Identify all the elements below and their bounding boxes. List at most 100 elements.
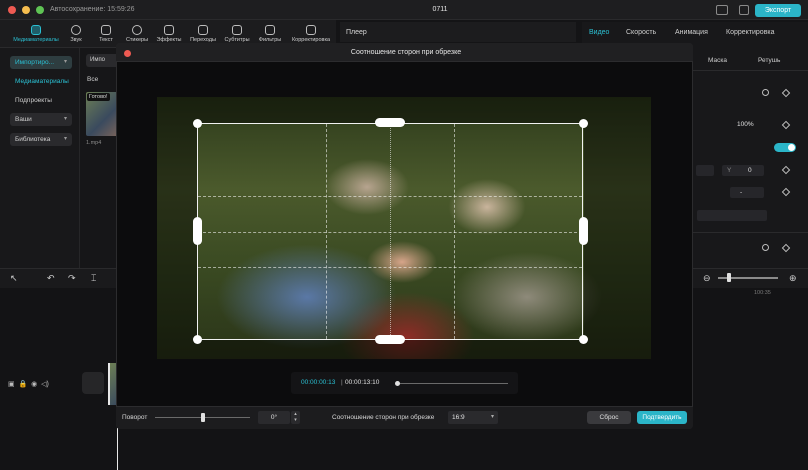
confirm-button[interactable]: Подтвердить [637,411,687,424]
media-file-name: 1.mp4 [86,140,102,146]
select-tool-icon[interactable]: ↖ [10,273,18,284]
current-time: 00:00:00:13 [301,379,336,386]
rotation-stepper[interactable]: ▴ ▾ [291,411,300,424]
zoom-slider-handle[interactable] [727,273,731,282]
project-title: 0711 [432,6,448,13]
rotation-dash: - [740,189,743,196]
tab-adjust[interactable]: Корректировка [726,29,775,36]
crop-grid-line [198,195,582,197]
adjust-icon [306,25,316,35]
dropdown-label: Библиотека [15,136,51,143]
crop-handle-top-left[interactable] [193,119,202,128]
audio-icon [71,25,81,35]
cover-edit-button[interactable] [82,372,104,394]
crop-handle-bottom-right[interactable] [579,335,588,344]
text-icon [101,25,111,35]
zoom-out-icon[interactable]: ⊖ [703,273,711,284]
tool-label: Медиаматериалы [13,37,59,43]
crop-handle-bottom[interactable] [375,335,405,344]
filters-icon [265,25,275,35]
tool-media[interactable]: Медиаматериалы [5,23,67,47]
align-buttons[interactable] [697,210,767,221]
crop-handle-left[interactable] [193,217,202,245]
sidebar-item-subprojects[interactable]: Подпроекты [15,97,52,104]
effects-icon [164,25,174,35]
tool-label: Текст [99,37,113,43]
subtab-mask[interactable]: Маска [708,57,727,64]
player-header [340,22,576,42]
divider [693,232,808,233]
ratio-label: Соотношение сторон при обрезке [332,414,435,421]
tool-text[interactable]: Текст [94,23,118,47]
crop-mask [584,97,651,359]
import-label: Импортиро... [15,59,55,66]
minimize-window-button[interactable] [22,6,30,14]
crop-dialog-title: Соотношение сторон при обрезке [350,49,462,56]
close-window-button[interactable] [8,6,16,14]
reset-icon[interactable] [762,244,769,251]
crop-handle-bottom-left[interactable] [193,335,202,344]
scale-value[interactable]: 100% [737,121,754,128]
chevron-down-icon: ▾ [63,116,67,122]
crop-mask [157,97,198,359]
rotation-field[interactable] [730,187,764,198]
ready-badge: Готово! [87,93,110,101]
chevron-down-icon: ▾ [63,59,67,65]
crop-handle-right[interactable] [579,217,588,245]
tab-animation[interactable]: Анимация [675,29,708,36]
y-value: 0 [748,167,752,174]
redo-icon[interactable]: ↷ [68,273,76,284]
title-bar: Автосохранение: 15:59:26 0711 Экспорт [0,0,808,20]
close-dialog-button[interactable] [124,50,131,57]
transitions-icon [198,25,208,35]
zoom-in-icon[interactable]: ⊕ [789,273,797,284]
split-icon[interactable]: ⌶ [91,273,96,284]
uniform-scale-toggle[interactable] [774,143,796,152]
rotation-label: Поворот [122,414,148,421]
import-button[interactable]: Импортиро... ▾ [10,56,72,69]
screen-icon[interactable] [739,5,749,15]
x-position-field[interactable] [696,165,714,176]
divider [693,70,808,71]
subtitles-icon [232,25,242,35]
tab-speed[interactable]: Скорость [626,29,656,36]
export-button[interactable]: Экспорт [755,4,801,17]
maximize-window-button[interactable] [36,6,44,14]
sidebar-dropdown-yours[interactable]: Ваши ▾ [10,113,72,126]
tool-audio[interactable]: Звук [66,23,86,47]
tab-video[interactable]: Видео [589,29,609,36]
track-controls[interactable]: ▣ 🔒 ◉ ◁) [8,380,49,388]
seek-handle[interactable] [395,381,400,386]
layout-icon[interactable] [716,5,728,15]
media-sidebar: Импортиро... ▾ Медиаматериалы Подпроекты… [0,48,80,268]
y-label: Y [727,167,732,174]
player-title: Плеер [346,29,367,36]
filter-all[interactable]: Все [87,76,98,83]
chevron-down-icon: ▾ [490,414,494,420]
media-import-button[interactable]: Импо [86,54,120,67]
reset-icon[interactable] [762,89,769,96]
rotation-slider-handle[interactable] [201,413,205,422]
sidebar-dropdown-library[interactable]: Библиотека ▾ [10,133,72,146]
sticker-icon [132,25,142,35]
chevron-down-icon: ▾ [63,136,67,142]
undo-icon[interactable]: ↶ [47,273,55,284]
rotation-input[interactable]: 0° [258,411,290,424]
media-icon [31,25,41,35]
crop-grid-line [198,267,582,269]
sidebar-item-media[interactable]: Медиаматериалы [15,78,69,85]
crop-handle-top-right[interactable] [579,119,588,128]
crop-grid-line [198,231,582,233]
ratio-select[interactable]: 16:9 ▾ [448,411,498,424]
subtab-retouch[interactable]: Ретушь [758,57,780,64]
dropdown-label: Ваши [15,116,32,123]
reset-button[interactable]: Сброс [587,411,631,424]
total-time: 00:00:13:10 [345,379,380,386]
seek-bar[interactable] [396,383,508,384]
crop-frame[interactable] [197,123,583,340]
time-separator: | [341,379,343,386]
autosave-status: Автосохранение: 15:59:26 [50,6,135,13]
timeline-time-marker: 100:35 [754,290,771,296]
ratio-value: 16:9 [452,414,465,421]
crop-handle-top[interactable] [375,118,405,127]
